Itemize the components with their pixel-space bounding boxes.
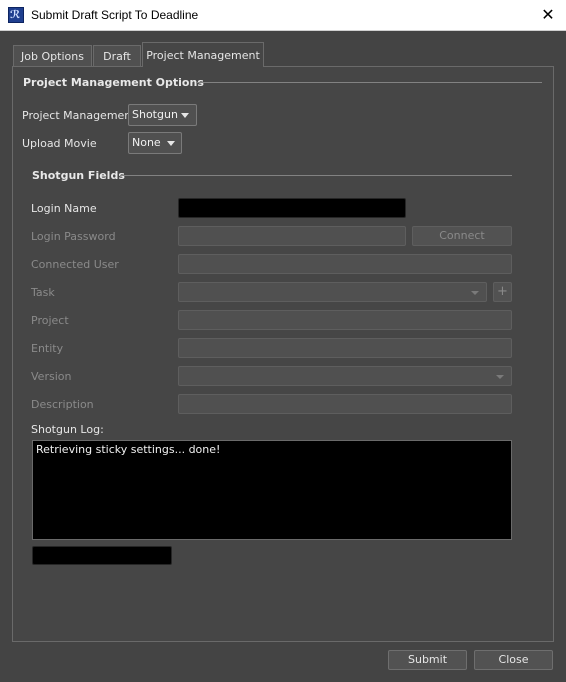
project-field <box>178 310 512 330</box>
chevron-down-icon <box>167 141 175 146</box>
project-management-value: Shotgun <box>132 108 178 121</box>
shotgun-log-label: Shotgun Log: <box>31 423 104 436</box>
upload-movie-value: None <box>132 136 161 149</box>
description-field <box>178 394 512 414</box>
chevron-down-icon <box>181 113 189 118</box>
tab-project-management[interactable]: Project Management <box>142 42 264 67</box>
shotgun-fields-divider <box>120 175 512 176</box>
tab-draft[interactable]: Draft <box>93 45 141 66</box>
submit-button[interactable]: Submit <box>388 650 467 670</box>
deadline-app-icon: ℛ <box>8 7 24 23</box>
window-title: Submit Draft Script To Deadline <box>31 8 199 22</box>
project-management-dropdown[interactable]: Shotgun <box>128 104 197 126</box>
status-progress-bar <box>32 546 172 565</box>
upload-movie-dropdown[interactable]: None <box>128 132 182 154</box>
chevron-down-icon <box>496 375 504 379</box>
chevron-down-icon <box>471 291 479 295</box>
login-password-input[interactable] <box>178 226 406 246</box>
shotgun-log-textarea[interactable]: Retrieving sticky settings... done! <box>32 440 512 540</box>
window-close-button[interactable]: ✕ <box>534 3 562 28</box>
tab-job-options[interactable]: Job Options <box>13 45 92 66</box>
title-bar: ℛ Submit Draft Script To Deadline ✕ <box>0 0 566 31</box>
version-dropdown[interactable] <box>178 366 512 386</box>
close-button[interactable]: Close <box>474 650 553 670</box>
connected-user-label: Connected User <box>31 258 119 271</box>
project-label: Project <box>31 314 69 327</box>
description-label: Description <box>31 398 94 411</box>
add-task-button[interactable]: + <box>493 282 512 302</box>
version-label: Version <box>31 370 72 383</box>
task-dropdown[interactable] <box>178 282 487 302</box>
login-name-label: Login Name <box>31 202 97 215</box>
pm-options-group-title: Project Management Options <box>23 76 204 89</box>
project-management-label: Project Management <box>22 109 136 122</box>
connect-button[interactable]: Connect <box>412 226 512 246</box>
entity-field <box>178 338 512 358</box>
shotgun-fields-group-title: Shotgun Fields <box>32 169 125 182</box>
login-name-input[interactable] <box>178 198 406 218</box>
shotgun-log-text: Retrieving sticky settings... done! <box>36 443 221 456</box>
upload-movie-label: Upload Movie <box>22 137 97 150</box>
task-label: Task <box>31 286 55 299</box>
connected-user-field <box>178 254 512 274</box>
entity-label: Entity <box>31 342 64 355</box>
pm-options-divider <box>196 82 542 83</box>
login-password-label: Login Password <box>31 230 116 243</box>
